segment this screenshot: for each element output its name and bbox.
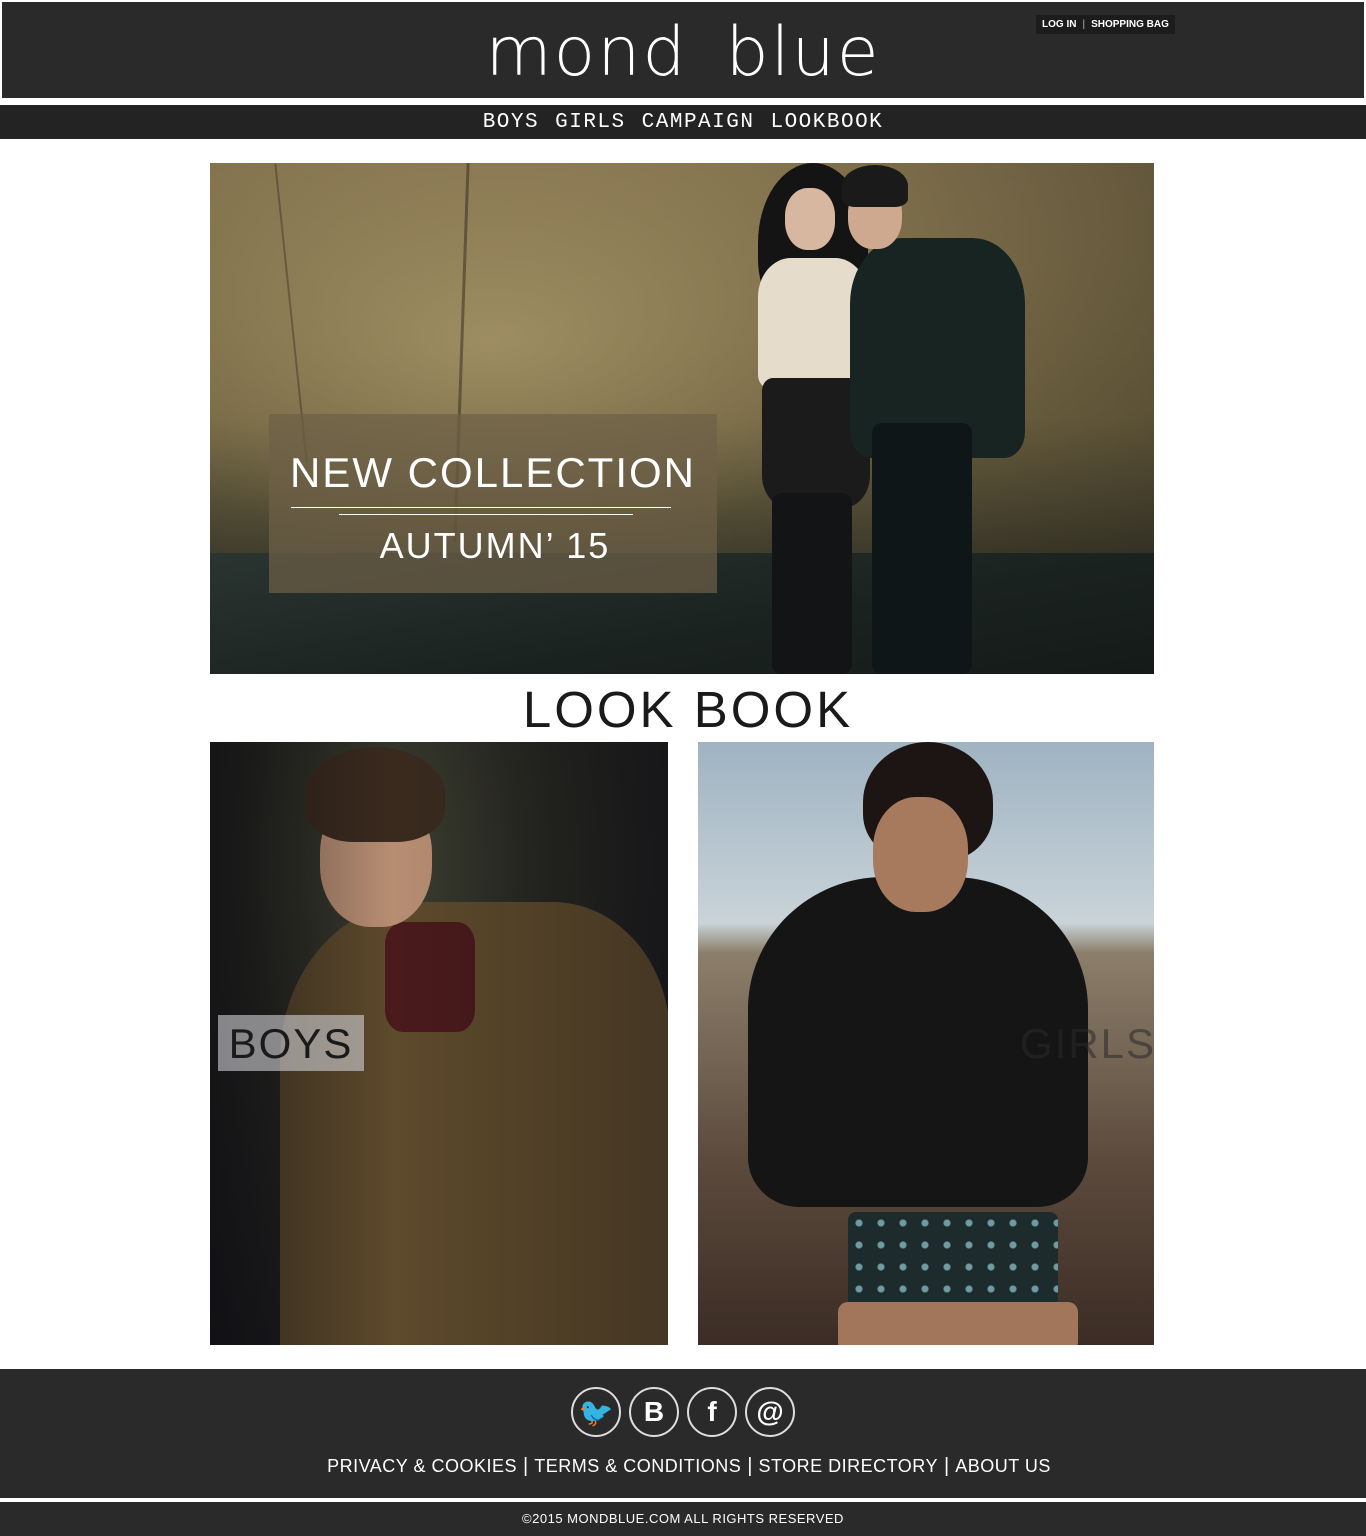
privacy-cookies-link[interactable]: PRIVACY & COOKIES [321,1456,523,1477]
shopping-bag-link[interactable]: SHOPPING BAG [1091,15,1169,34]
social-links: 🐦 B f @ [0,1387,1366,1437]
hero-subtitle: AUTUMN’ 15 [379,525,611,566]
hero-model-girl [772,493,852,674]
divider: | [1082,19,1086,30]
lookbook-heading: LOOK BOOK [522,681,854,738]
copyright-text: ©2015 MONDBLUE.COM ALL RIGHTS RESERVED [0,1502,1366,1536]
account-links: LOG IN | SHOPPING BAG [1036,15,1175,34]
main-nav: BOYS GIRLS CAMPAIGN LOOKBOOK [0,105,1366,139]
hero-caption-panel: NEW COLLECTION AUTUMN’ 15 [269,414,717,593]
hero-model-girl [785,188,835,250]
about-us-link[interactable]: ABOUT US [949,1456,1057,1477]
brand-word-blue: blue [725,13,881,92]
hero-banner[interactable]: NEW COLLECTION AUTUMN’ 15 [210,163,1154,674]
girls-photo-model [848,1212,1058,1307]
girls-photo-model [838,1302,1078,1345]
hero-divider [339,514,633,515]
girls-lookbook-tile[interactable]: GIRLS [698,742,1154,1345]
brand-word-mond: mond [485,13,688,92]
boys-label[interactable]: BOYS [218,1015,364,1071]
nav-item-lookbook[interactable]: LOOKBOOK [770,111,883,134]
vk-icon[interactable]: B [629,1387,679,1437]
hero-divider [291,507,671,508]
facebook-icon[interactable]: f [687,1387,737,1437]
boys-lookbook-tile[interactable]: BOYS [210,742,668,1345]
site-header: mond blue LOG IN | SHOPPING BAG [0,0,1366,103]
terms-conditions-link[interactable]: TERMS & CONDITIONS [528,1456,747,1477]
hero-model-boy [872,423,972,674]
nav-item-campaign[interactable]: CAMPAIGN [642,111,755,134]
twitter-icon[interactable]: 🐦 [571,1387,621,1437]
footer-links: PRIVACY & COOKIES | TERMS & CONDITIONS |… [0,1455,1366,1478]
email-icon[interactable]: @ [745,1387,795,1437]
girls-label[interactable]: GIRLS [1020,1015,1154,1071]
girls-photo-model [873,797,968,912]
hero-model-boy [842,165,908,207]
store-directory-link[interactable]: STORE DIRECTORY [752,1456,944,1477]
site-footer: 🐦 B f @ PRIVACY & COOKIES | TERMS & COND… [0,1369,1366,1498]
nav-item-boys[interactable]: BOYS [483,111,539,134]
hero-title: NEW COLLECTION [289,449,697,496]
nav-item-girls[interactable]: GIRLS [555,111,626,134]
login-link[interactable]: LOG IN [1042,15,1076,34]
